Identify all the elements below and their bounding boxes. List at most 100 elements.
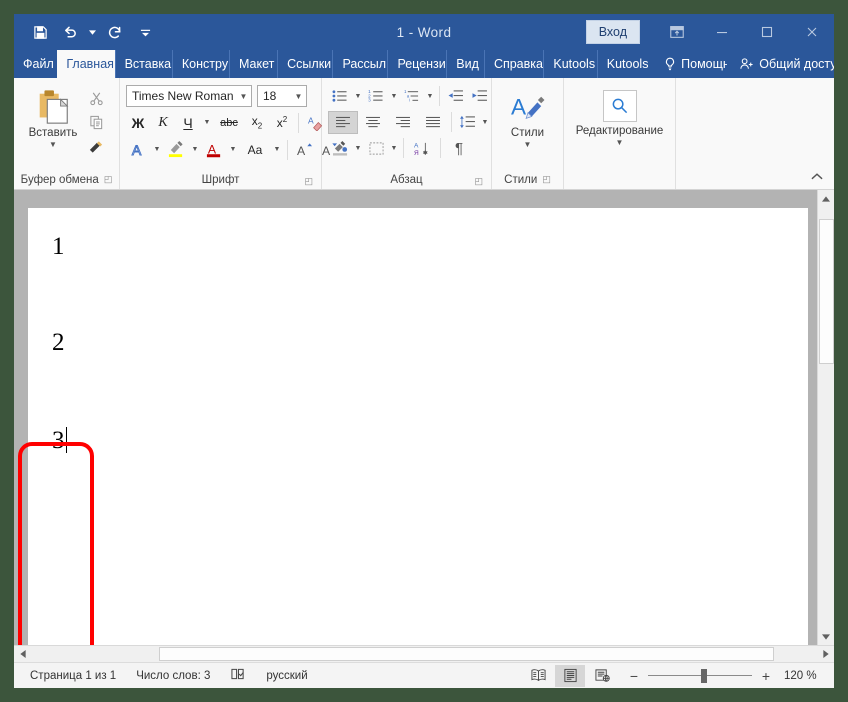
undo-button[interactable] [56,19,84,45]
paste-dropdown-icon[interactable]: ▼ [49,140,57,149]
text-effects-button[interactable]: A [126,138,150,161]
borders-dropdown-icon[interactable]: ▼ [388,137,400,160]
bullets-dropdown-icon[interactable]: ▼ [352,85,364,108]
align-left-button[interactable] [328,111,358,134]
share-button[interactable]: Общий доступ [727,50,834,78]
save-button[interactable] [26,19,54,45]
close-button[interactable] [789,14,834,50]
zoom-slider-thumb[interactable] [701,669,707,683]
editing-dropdown-icon[interactable]: ▼ [616,138,624,147]
change-case-button[interactable]: Aa [240,138,270,161]
format-painter-button[interactable] [84,135,108,158]
font-dialog-launcher[interactable]: ◰ [304,177,313,186]
line-spacing-dropdown-icon[interactable]: ▼ [479,111,491,134]
clipboard-dialog-launcher[interactable]: ◰ [104,175,113,184]
minimize-button[interactable] [699,14,744,50]
increase-indent-button[interactable] [467,85,491,108]
scroll-right-button[interactable] [817,646,834,662]
highlight-dropdown-icon[interactable]: ▼ [189,138,201,161]
horizontal-scroll-thumb[interactable] [159,647,774,661]
tab-kutools-plus[interactable]: Kutools [597,50,650,78]
font-color-button[interactable]: A [202,138,226,161]
font-color-dropdown-icon[interactable]: ▼ [227,138,239,161]
text-highlight-color-button[interactable] [164,138,188,161]
align-center-button[interactable] [358,111,388,134]
shading-button[interactable] [328,137,352,160]
line-spacing-button[interactable] [455,111,479,134]
scroll-left-button[interactable] [14,646,31,662]
vertical-scrollbar[interactable] [817,190,834,645]
tab-layout[interactable]: Макет [229,50,277,78]
customize-quick-access-toolbar-button[interactable] [131,19,159,45]
tab-view[interactable]: Вид [446,50,484,78]
page-canvas[interactable]: 1 2 3 [14,190,817,645]
tab-review[interactable]: Рецензи [387,50,446,78]
tab-help[interactable]: Справка [484,50,543,78]
maximize-button[interactable] [744,14,789,50]
strikethrough-button[interactable]: abc [214,111,244,134]
language-status[interactable]: русский [256,665,317,687]
styles-dialog-launcher[interactable]: ◰ [542,175,551,184]
editing-button[interactable]: Редактирование ▼ [569,86,670,147]
word-count-status[interactable]: Число слов: 3 [126,665,220,687]
proofing-status[interactable] [220,665,256,687]
multilevel-list-button[interactable]: 1 a i [400,85,424,108]
vertical-scroll-track[interactable] [818,207,834,628]
subscript-button[interactable]: x2 [245,111,269,134]
zoom-slider[interactable] [648,669,752,683]
tab-file[interactable]: Файл [14,50,57,78]
paragraph-dialog-launcher[interactable]: ◰ [474,177,483,186]
font-name-combobox[interactable]: Times New Roman ▼ [126,85,252,107]
ribbon-display-options-button[interactable] [654,14,699,50]
underline-button[interactable]: Ч [176,111,200,134]
tab-insert[interactable]: Вставка [115,50,172,78]
read-mode-view-button[interactable] [523,665,553,687]
decrease-indent-button[interactable] [443,85,467,108]
cut-button[interactable] [84,87,108,110]
font-size-combobox[interactable]: 18 ▼ [257,85,307,107]
numbering-button[interactable]: 1 2 3 [364,85,388,108]
borders-button[interactable] [364,137,388,160]
vertical-scroll-thumb[interactable] [819,219,834,364]
show-formatting-marks-button[interactable]: ¶ [444,137,474,160]
superscript-button[interactable]: x2 [270,111,294,134]
sign-in-button[interactable]: Вход [586,20,640,44]
zoom-in-button[interactable]: + [759,669,773,683]
multilevel-dropdown-icon[interactable]: ▼ [424,85,436,108]
bullets-button[interactable] [328,85,352,108]
tab-design[interactable]: Констру [172,50,229,78]
underline-dropdown-icon[interactable]: ▼ [201,111,213,134]
horizontal-scroll-track[interactable] [31,646,817,662]
undo-dropdown-icon[interactable] [86,19,99,45]
bold-button[interactable]: Ж [126,111,150,134]
change-case-dropdown-icon[interactable]: ▼ [271,138,283,161]
scroll-up-button[interactable] [818,190,834,207]
tab-home[interactable]: Главная [57,50,114,78]
tell-me-search[interactable]: Помощн [650,50,727,78]
chevron-down-icon[interactable]: ▼ [291,92,306,101]
page-number-status[interactable]: Страница 1 из 1 [14,665,126,687]
print-layout-view-button[interactable] [555,665,585,687]
tab-references[interactable]: Ссылки [277,50,332,78]
chevron-down-icon[interactable]: ▼ [236,92,251,101]
grow-font-button[interactable]: A [292,138,316,161]
shading-dropdown-icon[interactable]: ▼ [352,137,364,160]
horizontal-scrollbar[interactable] [14,645,834,662]
zoom-level-label[interactable]: 120 % [780,670,824,682]
tab-mailings[interactable]: Рассыл [332,50,387,78]
collapse-ribbon-button[interactable] [808,168,826,184]
numbering-dropdown-icon[interactable]: ▼ [388,85,400,108]
align-right-button[interactable] [388,111,418,134]
zoom-out-button[interactable]: − [627,669,641,683]
tab-kutools[interactable]: Kutools [543,50,596,78]
scroll-down-button[interactable] [818,628,834,645]
text-effects-dropdown-icon[interactable]: ▼ [151,138,163,161]
sort-button[interactable]: A Я [407,137,437,160]
styles-dropdown-icon[interactable]: ▼ [524,140,532,149]
styles-button[interactable]: A Стили ▼ [500,86,556,149]
document-page[interactable]: 1 2 3 [28,208,808,645]
redo-button[interactable] [101,19,129,45]
paste-button[interactable]: Вставить ▼ [22,84,84,149]
copy-button[interactable] [84,111,108,134]
justify-button[interactable] [418,111,448,134]
